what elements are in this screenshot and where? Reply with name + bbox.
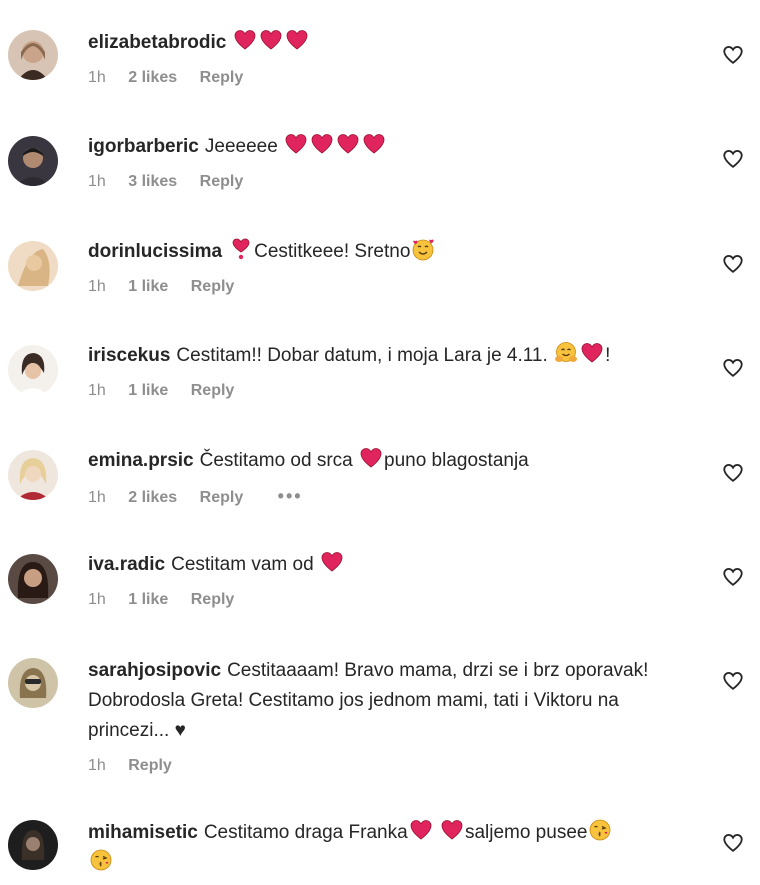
comment-likes[interactable]: 1 like: [128, 591, 168, 608]
comment-likes[interactable]: 1 like: [128, 278, 168, 295]
heart-emoji: [362, 132, 386, 156]
comment-body: dorinlucissima Cestitkeee! Sretno 1h 1 li…: [88, 237, 688, 299]
comment-username[interactable]: mihamisetic: [88, 822, 198, 843]
more-options-icon[interactable]: •••: [278, 486, 303, 506]
heart-emoji: [409, 818, 433, 842]
smiling-face-with-hearts-emoji: [411, 237, 435, 261]
comment-message-end: puno blagostanja: [384, 450, 529, 471]
kissing-face-emoji: [588, 818, 612, 842]
comment-message-end: saljemo pusee: [464, 822, 588, 843]
comment-username[interactable]: iva.radic: [88, 554, 165, 575]
heart-emoji: [259, 28, 283, 52]
comment-likes[interactable]: 3 likes: [128, 173, 177, 190]
comment-username[interactable]: emina.prsic: [88, 450, 194, 471]
comment-body: igorbarberic Jeeeeee 1h 3 likes Reply: [88, 132, 688, 194]
like-heart-icon[interactable]: [722, 44, 744, 66]
comment-time: 1h: [88, 382, 106, 399]
comment-username[interactable]: iriscekus: [88, 345, 170, 366]
avatar[interactable]: [8, 241, 58, 291]
like-heart-icon[interactable]: [722, 670, 744, 692]
reply-button[interactable]: Reply: [191, 278, 235, 295]
kissing-face-emoji: [89, 848, 113, 872]
heart-emoji: [359, 446, 383, 470]
comment-message: Cestitam!! Dobar datum, i moja Lara je 4…: [176, 345, 548, 366]
avatar[interactable]: [8, 345, 58, 395]
heart-emoji: [310, 132, 334, 156]
comment-meta: 1h 1 like Reply: [88, 588, 688, 612]
reply-button[interactable]: Reply: [191, 382, 235, 399]
comment-body: iriscekus Cestitam!! Dobar datum, i moja …: [88, 341, 688, 403]
reply-button[interactable]: Reply: [200, 69, 244, 86]
reply-button[interactable]: Reply: [128, 757, 172, 774]
like-heart-icon[interactable]: [722, 253, 744, 275]
comment-text: elizabetabrodic: [88, 28, 688, 58]
comment-text: iriscekus Cestitam!! Dobar datum, i moja …: [88, 341, 688, 371]
hugging-face-emoji: [554, 341, 578, 365]
avatar[interactable]: [8, 136, 58, 186]
comment-body: mihamisetic Cestitamo draga Franka saljem…: [88, 818, 688, 878]
avatar[interactable]: [8, 30, 58, 80]
comment-username[interactable]: igorbarberic: [88, 136, 199, 157]
comment-message: Čestitamo od srca: [199, 450, 353, 471]
comment-time: 1h: [88, 489, 106, 506]
like-heart-icon[interactable]: [722, 566, 744, 588]
comment-meta: 1h 2 likes Reply •••: [88, 484, 688, 508]
heart-exclamation-emoji: [229, 237, 253, 261]
avatar[interactable]: [8, 820, 58, 870]
reply-button[interactable]: Reply: [200, 173, 244, 190]
comment-username[interactable]: elizabetabrodic: [88, 32, 226, 53]
comment-likes[interactable]: 1 like: [128, 382, 168, 399]
comment-body: sarahjosipovic Cestitaaaam! Bravo mama, d…: [88, 656, 688, 778]
comment-meta: 1h 1 like Reply: [88, 379, 688, 403]
comment-likes[interactable]: 2 likes: [128, 69, 177, 86]
comment-username[interactable]: dorinlucissima: [88, 241, 222, 262]
avatar[interactable]: [8, 450, 58, 500]
comment-text: emina.prsic Čestitamo od srca puno blagos…: [88, 446, 688, 476]
reply-button[interactable]: Reply: [200, 489, 244, 506]
comment-meta: 1h Reply: [88, 754, 688, 778]
heart-emoji: [320, 550, 344, 574]
comment-meta: 1h 1 like Reply: [88, 275, 688, 299]
heart-emoji: [233, 28, 257, 52]
comment-text: mihamisetic Cestitamo draga Franka saljem…: [88, 818, 688, 878]
comment-body: elizabetabrodic 1h 2 likes Reply: [88, 28, 688, 90]
heart-emoji: [284, 132, 308, 156]
heart-emoji: [580, 341, 604, 365]
comment-message: Cestitam vam od: [171, 554, 314, 575]
comment-body: iva.radic Cestitam vam od 1h 1 like Reply: [88, 550, 688, 612]
heart-emoji: [440, 818, 464, 842]
like-heart-icon[interactable]: [722, 462, 744, 484]
comment-time: 1h: [88, 69, 106, 86]
comment-time: 1h: [88, 757, 106, 774]
comment-likes[interactable]: 2 likes: [128, 489, 177, 506]
comment-meta: 1h 3 likes Reply: [88, 170, 688, 194]
comment-message: Cestitkeee! Sretno: [254, 241, 411, 262]
like-heart-icon[interactable]: [722, 832, 744, 854]
comment-body: emina.prsic Čestitamo od srca puno blagos…: [88, 446, 688, 508]
avatar[interactable]: [8, 658, 58, 708]
comment-text: iva.radic Cestitam vam od: [88, 550, 688, 580]
heart-emoji: [285, 28, 309, 52]
comment-message: Cestitamo draga Franka: [203, 822, 408, 843]
comment-username[interactable]: sarahjosipovic: [88, 660, 221, 681]
comment-message: Jeeeeee: [204, 136, 278, 157]
like-heart-icon[interactable]: [722, 148, 744, 170]
comment-time: 1h: [88, 591, 106, 608]
heart-emoji: [336, 132, 360, 156]
comment-message-end: !: [605, 345, 611, 366]
comment-text: sarahjosipovic Cestitaaaam! Bravo mama, d…: [88, 656, 688, 746]
avatar[interactable]: [8, 554, 58, 604]
comment-time: 1h: [88, 173, 106, 190]
reply-button[interactable]: Reply: [191, 591, 235, 608]
comment-meta: 1h 2 likes Reply: [88, 66, 688, 90]
like-heart-icon[interactable]: [722, 357, 744, 379]
comment-time: 1h: [88, 278, 106, 295]
comment-text: dorinlucissima Cestitkeee! Sretno: [88, 237, 688, 267]
comment-text: igorbarberic Jeeeeee: [88, 132, 688, 162]
